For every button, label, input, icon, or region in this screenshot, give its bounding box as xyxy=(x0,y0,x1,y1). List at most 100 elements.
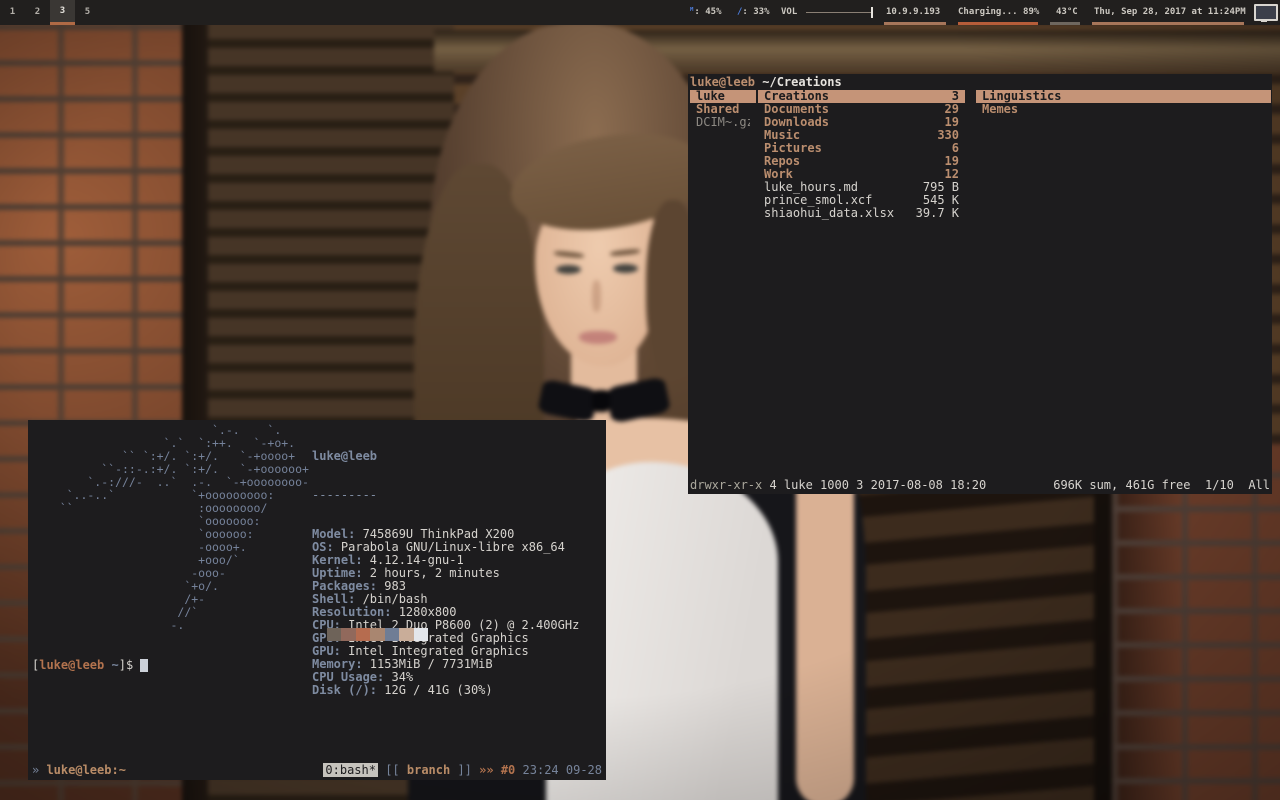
ranger-scope: All xyxy=(1234,478,1270,492)
directory-row[interactable]: Creations3 xyxy=(758,90,965,103)
neofetch-entry-value: 745869U ThinkPad X200 xyxy=(355,527,514,541)
neofetch-entry-label: Memory: xyxy=(312,657,363,671)
ranger-disk-summary: 696K sum, 461G free xyxy=(1053,478,1190,492)
entry-name: Pictures xyxy=(764,142,822,155)
entry-name: DCIM~.gz xyxy=(696,116,750,129)
workspace-1[interactable]: 1 xyxy=(0,0,25,25)
ranger-permissions: drwxr-xr-x xyxy=(690,478,762,492)
ranger-preview-column: LinguisticsMemes xyxy=(976,90,1271,116)
directory-row[interactable]: DCIM~.gz xyxy=(690,116,756,129)
neofetch-separator: --------- xyxy=(312,489,579,502)
workspace-2[interactable]: 2 xyxy=(25,0,50,25)
directory-row[interactable]: Downloads19 xyxy=(758,116,965,129)
neofetch-entry-label: Packages: xyxy=(312,579,377,593)
directory-row[interactable]: Memes xyxy=(976,103,1271,116)
ranger-status-left: drwxr-xr-x 4 luke 1000 3 2017-08-08 18:2… xyxy=(690,479,986,492)
directory-row[interactable]: Repos19 xyxy=(758,155,965,168)
entry-name: Downloads xyxy=(764,116,829,129)
workspace-5[interactable]: 5 xyxy=(75,0,100,25)
neofetch-entry-value: 983 xyxy=(377,579,406,593)
neofetch-ascii-logo: `.-. `. `.` `:++. `-+o+. `` `:+/. `:+/. … xyxy=(32,424,309,632)
tmux-window[interactable]: 0:bash* xyxy=(323,763,378,777)
directory-row[interactable]: luke xyxy=(690,90,756,103)
neofetch-entry-value: 12G / 41G (30%) xyxy=(377,683,493,697)
tmux-chevron-icon: » xyxy=(32,763,46,777)
color-palette xyxy=(312,628,428,641)
neofetch-entry-label: GPU: xyxy=(312,644,341,658)
terminal-cursor xyxy=(140,659,148,672)
neofetch-entries: Model: 745869U ThinkPad X200OS: Parabola… xyxy=(312,528,579,697)
neofetch-entry: Disk (/): 12G / 41G (30%) xyxy=(312,684,579,697)
tmux-time: 23:24 xyxy=(523,763,566,777)
palette-swatch xyxy=(312,628,327,641)
ip-underline xyxy=(884,22,946,25)
entry-name: prince_smol.xcf xyxy=(764,194,872,207)
datetime-underline xyxy=(1092,22,1244,25)
ranger-titlebar: luke@leeb ~/Creations xyxy=(690,76,842,89)
prompt-bracket-close: ] xyxy=(119,658,126,672)
ranger-status-right: 696K sum, 461G free 1/10 All xyxy=(1053,479,1270,492)
neofetch-entry-value: 2 hours, 2 minutes xyxy=(363,566,500,580)
volume-slider-thumb[interactable] xyxy=(871,7,873,18)
volume-module: ᴹ: 45% xyxy=(689,0,722,25)
tmux-pane: #0 xyxy=(501,763,523,777)
tmux-chevrons-icon: »» xyxy=(479,763,501,777)
entry-name: Creations xyxy=(764,90,829,103)
desktop: 1 2 3 5 ᴹ: 45% /: 33% VOL 10.9.9.193 Cha… xyxy=(0,0,1280,800)
prompt-user: luke@leeb xyxy=(39,658,104,672)
palette-swatch xyxy=(385,628,400,641)
tmux-right: 0:bash* [[ branch ]] »» #0 23:24 09-28 xyxy=(323,764,602,777)
neofetch-entry-label: Uptime: xyxy=(312,566,363,580)
workspace-3-active[interactable]: 3 xyxy=(50,0,75,25)
neofetch-entry-value: 34% xyxy=(384,670,413,684)
neofetch-entry-value: 1280x800 xyxy=(391,605,456,619)
entry-name: luke xyxy=(696,90,725,103)
directory-row[interactable]: Music330 xyxy=(758,129,965,142)
tmux-bracket-open: [[ xyxy=(378,763,407,777)
terminal-window[interactable]: `.-. `. `.` `:++. `-+o+. `` `:+/. `:+/. … xyxy=(28,420,606,780)
ranger-statusbar: drwxr-xr-x 4 luke 1000 3 2017-08-08 18:2… xyxy=(690,479,1270,492)
entry-name: Documents xyxy=(764,103,829,116)
vol-label: VOL xyxy=(781,0,797,25)
ranger-host: luke@leeb xyxy=(690,75,762,89)
entry-name: shiaohui_data.xlsx xyxy=(764,207,894,220)
palette-swatch xyxy=(414,628,429,641)
directory-row[interactable]: Shared xyxy=(690,103,756,116)
prompt-path: ~ xyxy=(112,658,119,672)
file-row[interactable]: shiaohui_data.xlsx39.7 K xyxy=(758,207,965,220)
ranger-parent-column: lukeSharedDCIM~.gz xyxy=(690,90,756,129)
ranger-file-details: 4 luke 1000 3 2017-08-08 18:20 xyxy=(762,478,986,492)
directory-row[interactable]: Documents29 xyxy=(758,103,965,116)
entry-name: Work xyxy=(764,168,793,181)
brightness-value: : 33% xyxy=(742,7,769,17)
battery-underline xyxy=(958,22,1038,25)
neofetch-entry-value: Intel Integrated Graphics xyxy=(341,644,529,658)
entry-name: Memes xyxy=(982,103,1018,116)
prompt-space xyxy=(104,658,111,672)
palette-swatch xyxy=(399,628,414,641)
entry-name: Music xyxy=(764,129,800,142)
palette-swatch xyxy=(341,628,356,641)
directory-row[interactable]: Pictures6 xyxy=(758,142,965,155)
entry-name: luke_hours.md xyxy=(764,181,858,194)
entry-name: Repos xyxy=(764,155,800,168)
neofetch-entry-label: Shell: xyxy=(312,592,355,606)
status-bar: 1 2 3 5 ᴹ: 45% /: 33% VOL 10.9.9.193 Cha… xyxy=(0,0,1280,25)
neofetch-info: luke@leeb --------- Model: 745869U Think… xyxy=(312,424,579,723)
neofetch-entry-value: 4.12.14-gnu-1 xyxy=(363,553,464,567)
tmux-bracket-close: ]] xyxy=(450,763,479,777)
neofetch-title: luke@leeb xyxy=(312,450,579,463)
tmux-branch: branch xyxy=(407,763,450,777)
volume-slider[interactable] xyxy=(806,12,872,13)
tmux-status-bar: » luke@leeb:~ 0:bash* [[ branch ]] »» #0… xyxy=(32,764,602,777)
neofetch-entry-label: Disk (/): xyxy=(312,683,377,697)
directory-row[interactable]: Linguistics xyxy=(976,90,1271,103)
ranger-main-column: Creations3Documents29Downloads19Music330… xyxy=(758,90,965,220)
neofetch-entry-label: Resolution: xyxy=(312,605,391,619)
display-icon[interactable] xyxy=(1254,4,1278,21)
shell-prompt[interactable]: [luke@leeb ~]$ xyxy=(32,659,148,672)
ranger-window[interactable]: luke@leeb ~/Creations lukeSharedDCIM~.gz… xyxy=(688,74,1272,494)
tmux-session[interactable]: luke@leeb:~ xyxy=(46,763,125,777)
volume-value: : 45% xyxy=(694,7,721,17)
neofetch-entry-value: Parabola GNU/Linux-libre x86_64 xyxy=(334,540,565,554)
